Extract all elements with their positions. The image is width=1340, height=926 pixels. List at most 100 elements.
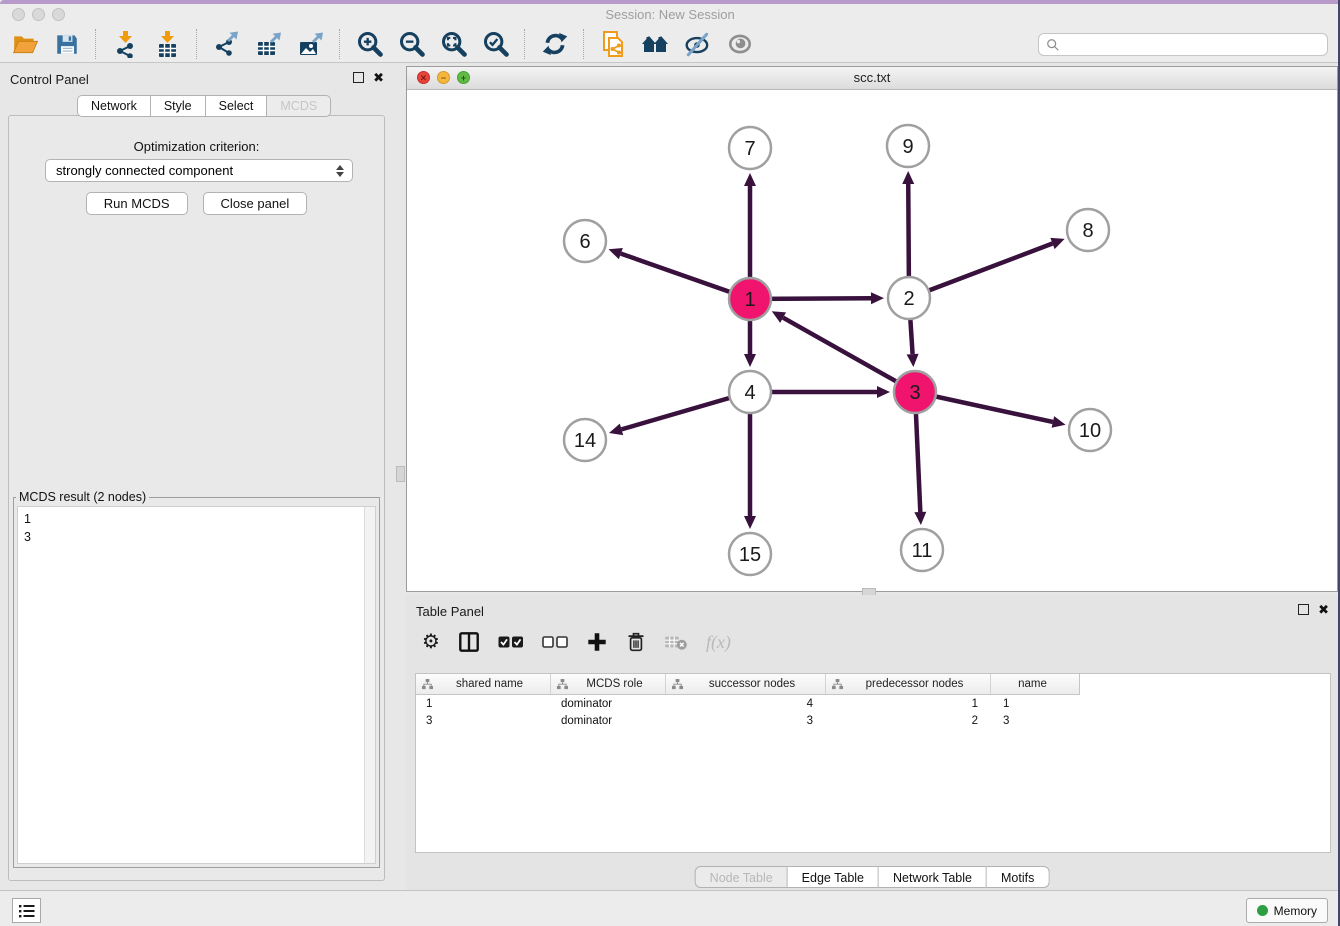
svg-text:15: 15 xyxy=(739,544,761,566)
cell-name: 1 xyxy=(991,698,1078,710)
tab-network[interactable]: Network xyxy=(77,95,151,117)
zoom-selected-button[interactable] xyxy=(479,29,512,59)
column-header-shared-name[interactable]: shared name xyxy=(416,674,551,694)
tab-node-table[interactable]: Node Table xyxy=(695,866,788,888)
search-icon xyxy=(1046,38,1060,52)
svg-text:14: 14 xyxy=(574,430,596,452)
select-all-columns-icon[interactable] xyxy=(498,635,524,649)
show-graphics-button[interactable] xyxy=(723,29,756,59)
column-header-predecessor-nodes[interactable]: predecessor nodes xyxy=(826,674,991,694)
cell-name: 3 xyxy=(991,715,1078,727)
search-input[interactable] xyxy=(1065,37,1320,53)
svg-text:4: 4 xyxy=(744,382,755,404)
table-row[interactable]: 3 dominator 3 2 3 xyxy=(416,712,1330,729)
import-table-icon xyxy=(154,30,182,58)
memory-status-icon xyxy=(1257,905,1268,916)
table-row[interactable]: 1 dominator 4 1 1 xyxy=(416,695,1330,712)
close-window-button[interactable] xyxy=(12,8,25,21)
network-close-button[interactable]: ✕ xyxy=(417,71,430,84)
zoom-in-button[interactable] xyxy=(353,29,386,59)
result-scrollbar[interactable] xyxy=(364,507,375,863)
apply-layout-button[interactable] xyxy=(538,29,571,59)
delete-columns-icon[interactable] xyxy=(626,631,646,653)
delete-table-icon[interactable] xyxy=(664,633,688,651)
table-panel: Table Panel ✖ ⚙ xyxy=(406,595,1338,890)
minimize-window-button[interactable] xyxy=(32,8,45,21)
table-tabs: Node Table Edge Table Network Table Moti… xyxy=(695,866,1050,888)
export-table-button[interactable] xyxy=(252,29,285,59)
column-header-mcds-role[interactable]: MCDS role xyxy=(551,674,666,694)
toolbar-separator xyxy=(196,29,198,59)
mcds-result-group: MCDS result (2 nodes) 1 3 xyxy=(13,490,380,868)
column-header-successor-nodes[interactable]: successor nodes xyxy=(666,674,826,694)
status-bar: Memory xyxy=(0,890,1340,926)
zoom-fit-button[interactable] xyxy=(437,29,470,59)
control-panel-close-icon[interactable]: ✖ xyxy=(373,72,384,83)
zoom-window-button[interactable] xyxy=(52,8,65,21)
tab-mcds[interactable]: MCDS xyxy=(267,95,331,117)
deselect-all-columns-icon[interactable] xyxy=(542,635,568,649)
node-table: shared name MCDS role successor nodes pr… xyxy=(415,673,1331,853)
svg-text:1: 1 xyxy=(744,289,755,311)
tab-motifs[interactable]: Motifs xyxy=(987,866,1049,888)
cell-shared-name: 1 xyxy=(416,698,551,710)
task-history-button[interactable] xyxy=(12,898,41,923)
eye-icon xyxy=(726,31,754,57)
home-button[interactable] xyxy=(639,29,672,59)
toggle-column-panel-icon[interactable] xyxy=(458,631,480,653)
table-toolbar: ⚙ xyxy=(422,626,731,658)
export-network-button[interactable] xyxy=(210,29,243,59)
search-field xyxy=(1038,33,1328,56)
vertical-splitter-handle[interactable] xyxy=(396,466,405,482)
close-panel-button[interactable]: Close panel xyxy=(203,192,308,215)
refresh-icon xyxy=(541,30,569,58)
open-folder-icon xyxy=(12,31,38,57)
table-settings-icon[interactable]: ⚙ xyxy=(422,632,440,652)
hide-style-button[interactable] xyxy=(681,29,714,59)
clone-network-button[interactable] xyxy=(597,29,630,59)
export-image-button[interactable] xyxy=(294,29,327,59)
mcds-result-textarea[interactable]: 1 3 xyxy=(17,506,376,864)
svg-text:3: 3 xyxy=(909,382,920,404)
cell-successor-nodes: 3 xyxy=(666,715,826,727)
control-panel-title: Control Panel xyxy=(10,72,89,87)
tab-select[interactable]: Select xyxy=(206,95,268,117)
export-table-icon xyxy=(255,30,283,58)
tab-style[interactable]: Style xyxy=(151,95,206,117)
list-icon xyxy=(19,904,35,918)
table-panel-close-icon[interactable]: ✖ xyxy=(1318,604,1329,615)
toolbar-separator xyxy=(583,29,585,59)
tab-network-table[interactable]: Network Table xyxy=(879,866,987,888)
table-panel-float-button[interactable] xyxy=(1298,604,1309,615)
memory-button[interactable]: Memory xyxy=(1246,898,1328,923)
save-session-button[interactable] xyxy=(50,29,83,59)
houses-icon xyxy=(641,31,671,57)
control-panel-tabs: Network Style Select MCDS xyxy=(77,95,331,117)
column-header-name[interactable]: name xyxy=(991,674,1078,694)
tree-icon xyxy=(422,679,433,690)
clone-network-icon xyxy=(600,30,628,58)
network-window-titlebar[interactable]: ✕ − + scc.txt xyxy=(407,67,1337,90)
network-graph[interactable]: 7968124314101511 xyxy=(407,90,1337,592)
window-title: Session: New Session xyxy=(0,4,1340,26)
network-minimize-button[interactable]: − xyxy=(437,71,450,84)
optimization-criterion-select[interactable]: strongly connected component xyxy=(45,159,353,182)
svg-text:10: 10 xyxy=(1079,420,1101,442)
eye-slash-icon xyxy=(684,31,712,57)
memory-label: Memory xyxy=(1274,904,1317,918)
tab-edge-table[interactable]: Edge Table xyxy=(788,866,879,888)
window-titlebar: Session: New Session xyxy=(0,4,1340,26)
run-mcds-button[interactable]: Run MCDS xyxy=(86,192,188,215)
import-table-button[interactable] xyxy=(151,29,184,59)
open-session-button[interactable] xyxy=(8,29,41,59)
network-maximize-button[interactable]: + xyxy=(457,71,470,84)
zoom-fit-icon xyxy=(440,30,468,58)
create-column-icon[interactable] xyxy=(586,631,608,653)
control-panel-float-button[interactable] xyxy=(353,72,364,83)
svg-text:8: 8 xyxy=(1082,220,1093,242)
import-network-icon xyxy=(112,30,140,58)
zoom-out-button[interactable] xyxy=(395,29,428,59)
function-builder-icon[interactable]: f(x) xyxy=(706,632,731,653)
toolbar-separator xyxy=(95,29,97,59)
import-network-button[interactable] xyxy=(109,29,142,59)
